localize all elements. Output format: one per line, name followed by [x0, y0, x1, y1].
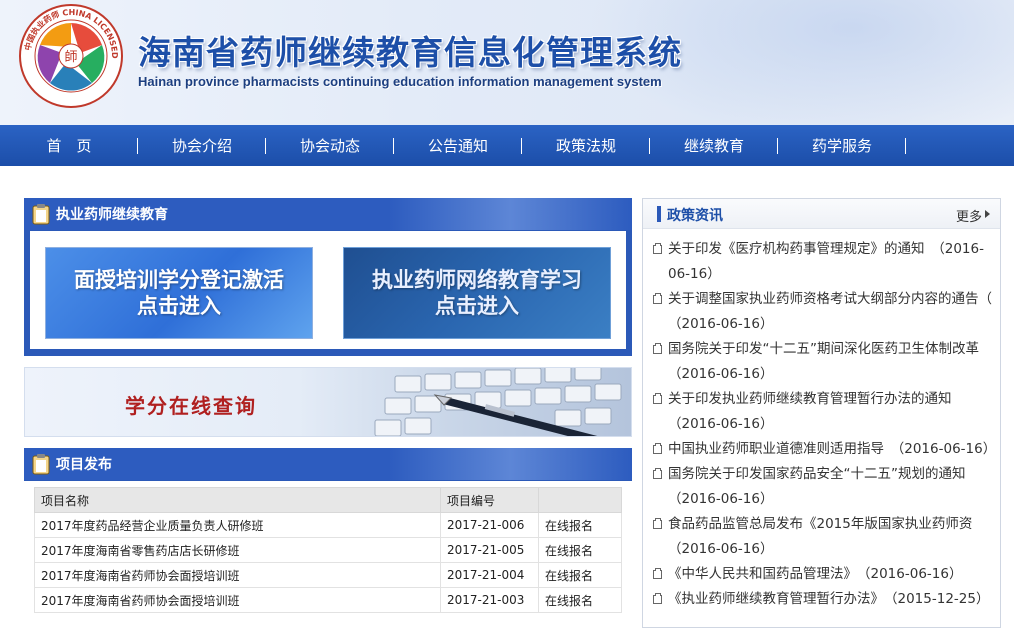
news-item-text: 关于调整国家执业药师资格考试大纲部分内容的通告（ （2016-06-16） [668, 291, 1006, 332]
news-item[interactable]: 国务院关于印发“十二五”期间深化医药卫生体制改革 （2016-06-16） [653, 337, 993, 387]
news-item[interactable]: 《中华人民共和国药品管理法》 （2016-06-16） [653, 562, 992, 587]
doc-bullet-icon [653, 568, 662, 579]
offline-training-credit-button[interactable]: 面授培训学分登记激活 点击进入 [45, 247, 313, 339]
main-nav: 首 页 协会介绍 协会动态 公告通知 政策法规 继续教育 药学服务 [0, 125, 1014, 166]
project-code: 2017-21-006 [440, 512, 539, 538]
news-item[interactable]: 国务院关于印发国家药品安全“十二五”规划的通知 （2016-06-16） [653, 462, 992, 512]
news-item-text: 关于印发执业药师继续教育管理暂行办法的通知 （2016-06-16） [668, 391, 965, 432]
nav-pharma-service[interactable]: 药学服务 [778, 125, 906, 166]
news-item-text: 食品药品监管总局发布《2015年版国家执业药师资 （2016-06-16） [668, 516, 986, 557]
doc-bullet-icon [653, 468, 662, 479]
col-action [538, 487, 622, 513]
button-line1: 执业药师网络教育学习 [372, 268, 582, 292]
project-code: 2017-21-005 [440, 537, 539, 563]
table-row: 2017年度海南省药师协会面授培训班 2017-21-004 在线报名 [34, 562, 622, 588]
keyboard-pen-icon [374, 368, 622, 436]
doc-bullet-icon [653, 518, 662, 529]
table-row: 2017年度海南省药师协会面授培训班 2017-21-003 在线报名 [34, 587, 622, 613]
doc-bullet-icon [653, 393, 662, 404]
policy-news-panel: 政策资讯 更多 关于印发《医疗机构药事管理规定》的通知 （2016-06-16）… [642, 198, 1006, 628]
news-item[interactable]: 食品药品监管总局发布《2015年版国家执业药师资 （2016-06-16） [653, 512, 992, 562]
site-subtitle: Hainan province pharmacists continuing e… [138, 74, 662, 89]
table-header-row: 项目名称 项目编号 [34, 487, 622, 513]
news-item[interactable]: 关于印发《医疗机构药事管理规定》的通知 （2016-06-16） [653, 237, 992, 287]
button-line1: 面授培训学分登记激活 [74, 268, 284, 292]
pharmacist-logo-icon: 師 中国执业药师 CHINA LICENSED PHARMACIST [18, 3, 123, 108]
panel-body: 项目名称 项目编号 2017年度药品经营企业质量负责人研修班 2017-21-0… [24, 481, 632, 621]
project-release-panel: 项目发布 项目名称 项目编号 2017年度药品经营企业质量负责人研修班 2017… [24, 448, 632, 621]
button-line2: 点击进入 [435, 294, 519, 318]
doc-bullet-icon [653, 343, 662, 354]
news-item-text: 《中华人民共和国药品管理法》 （2016-06-16） [668, 566, 963, 582]
project-name: 2017年度海南省药师协会面授培训班 [34, 562, 441, 588]
news-item-text: 关于印发《医疗机构药事管理规定》的通知 （2016-06-16） [668, 241, 984, 282]
project-name: 2017年度海南省零售药店店长研修班 [34, 537, 441, 563]
credit-query-text: 学分在线查询 [125, 394, 257, 418]
table-row: 2017年度药品经营企业质量负责人研修班 2017-21-006 在线报名 [34, 512, 622, 538]
news-item[interactable]: 关于调整国家执业药师资格考试大纲部分内容的通告（ （2016-06-16） [653, 287, 1006, 337]
col-project-name: 项目名称 [34, 487, 441, 513]
title-accent-bar [657, 206, 661, 222]
news-item-text: 《执业药师继续教育管理暂行办法》 （2015-12-25） [668, 591, 990, 607]
nav-policies[interactable]: 政策法规 [522, 125, 650, 166]
signup-link[interactable]: 在线报名 [538, 537, 622, 563]
site-header: 師 中国执业药师 CHINA LICENSED PHARMACIST 海南省药师… [0, 0, 1014, 125]
clipboard-icon [32, 204, 50, 225]
col-project-code: 项目编号 [440, 487, 539, 513]
project-code: 2017-21-003 [440, 587, 539, 613]
button-line2: 点击进入 [137, 294, 221, 318]
site-title: 海南省药师继续教育信息化管理系统 [138, 33, 682, 72]
signup-link[interactable]: 在线报名 [538, 512, 622, 538]
panel-header: 项目发布 [24, 448, 632, 480]
doc-bullet-icon [653, 243, 662, 254]
news-header: 政策资讯 更多 [643, 199, 1000, 229]
signup-link[interactable]: 在线报名 [538, 587, 622, 613]
nav-news[interactable]: 协会动态 [266, 125, 394, 166]
project-code: 2017-21-004 [440, 562, 539, 588]
news-item-text: 中国执业药师职业道德准则适用指导 （2016-06-16） [668, 441, 997, 457]
doc-bullet-icon [653, 443, 662, 454]
news-item[interactable]: 关于印发执业药师继续教育管理暂行办法的通知 （2016-06-16） [653, 387, 992, 437]
panel-body: 面授培训学分登记激活 点击进入 执业药师网络教育学习 点击进入 [30, 231, 626, 349]
nav-about[interactable]: 协会介绍 [138, 125, 266, 166]
table-row: 2017年度海南省零售药店店长研修班 2017-21-005 在线报名 [34, 537, 622, 563]
project-name: 2017年度海南省药师协会面授培训班 [34, 587, 441, 613]
logo-center-text: 師 [64, 50, 77, 65]
nav-education[interactable]: 继续教育 [650, 125, 778, 166]
nav-home[interactable]: 首 页 [0, 125, 138, 166]
panel-title: 项目发布 [56, 457, 112, 473]
news-item[interactable]: 《执业药师继续教育管理暂行办法》 （2015-12-25） [653, 587, 992, 612]
panel-header: 执业药师继续教育 [24, 198, 632, 230]
continuing-education-panel: 执业药师继续教育 面授培训学分登记激活 点击进入 执业药师网络教育学习 点击进入 [24, 198, 632, 356]
more-arrow-icon [985, 210, 990, 218]
news-title: 政策资讯 [667, 208, 723, 224]
news-item-text: 国务院关于印发国家药品安全“十二五”规划的通知 （2016-06-16） [668, 466, 979, 507]
clipboard-icon [32, 454, 50, 475]
online-education-button[interactable]: 执业药师网络教育学习 点击进入 [343, 247, 611, 339]
more-link[interactable]: 更多 [956, 206, 982, 225]
news-item-text: 国务院关于印发“十二五”期间深化医药卫生体制改革 （2016-06-16） [668, 341, 993, 382]
news-item[interactable]: 中国执业药师职业道德准则适用指导 （2016-06-16） [653, 437, 996, 462]
signup-link[interactable]: 在线报名 [538, 562, 622, 588]
doc-bullet-icon [653, 593, 662, 604]
project-table: 项目名称 项目编号 2017年度药品经营企业质量负责人研修班 2017-21-0… [34, 487, 622, 613]
doc-bullet-icon [653, 293, 662, 304]
nav-notices[interactable]: 公告通知 [394, 125, 522, 166]
news-list: 关于印发《医疗机构药事管理规定》的通知 （2016-06-16） 关于调整国家执… [643, 229, 1006, 612]
panel-title: 执业药师继续教育 [56, 207, 168, 223]
project-name: 2017年度药品经营企业质量负责人研修班 [34, 512, 441, 538]
credit-query-banner[interactable]: 学分在线查询 [24, 367, 632, 437]
